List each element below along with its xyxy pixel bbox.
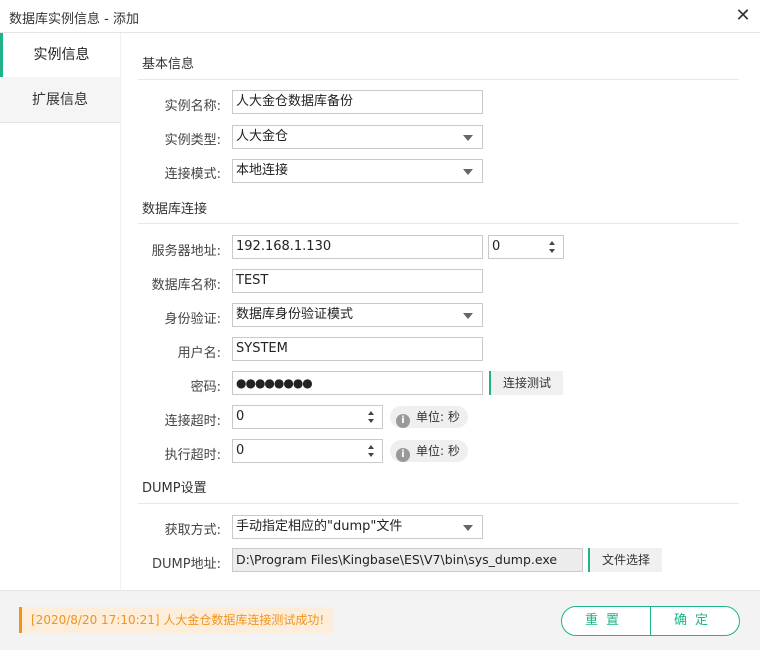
connect-mode-label: 连接模式:	[164, 167, 221, 182]
spinner-arrows-icon[interactable]	[364, 440, 382, 462]
dump-path-label: DUMP地址:	[152, 557, 221, 572]
server-address-value: 192.168.1.130	[236, 239, 332, 254]
db-name-label: 数据库名称:	[151, 278, 221, 293]
sidebar: 实例信息 扩展信息	[0, 33, 120, 590]
password-value: ●●●●●●●●	[236, 376, 313, 390]
tab-label: 扩展信息	[32, 92, 88, 108]
username-input[interactable]: SYSTEM	[232, 337, 483, 361]
dialog-title: 数据库实例信息 - 添加	[9, 12, 139, 27]
connect-timeout-label: 连接超时:	[164, 414, 221, 429]
action-button-group: 重置 确定	[561, 606, 740, 636]
auth-select[interactable]: 数据库身份验证模式	[232, 303, 483, 327]
fetch-method-value: 手动指定相应的"dump"文件	[236, 519, 403, 534]
tab-instance-info[interactable]: 实例信息	[0, 33, 120, 77]
password-label: 密码:	[190, 380, 221, 395]
dump-path-value: D:\Program Files\Kingbase\ES\V7\bin\sys_…	[236, 552, 558, 567]
instance-type-value: 人大金仓	[236, 129, 289, 144]
instance-name-label: 实例名称:	[164, 99, 221, 114]
exec-timeout-unit: i 单位: 秒	[390, 440, 468, 462]
dialog-window: 数据库实例信息 - 添加 ✕ 实例信息 扩展信息 基本信息 实例名称: 人大金仓…	[0, 0, 760, 650]
section-title-dump: DUMP设置	[142, 481, 207, 496]
section-title-basic: 基本信息	[142, 57, 195, 72]
port-stepper[interactable]: 0	[488, 235, 564, 259]
db-name-value: TEST	[236, 273, 269, 288]
info-icon: i	[396, 448, 410, 462]
instance-type-select[interactable]: 人大金仓	[232, 125, 483, 149]
exec-timeout-stepper[interactable]: 0	[232, 439, 383, 463]
chevron-down-icon	[463, 525, 473, 531]
section-divider	[138, 223, 739, 224]
exec-timeout-label: 执行超时:	[164, 448, 221, 463]
title-bar: 数据库实例信息 - 添加 ✕	[0, 0, 760, 33]
server-address-label: 服务器地址:	[151, 244, 221, 259]
port-value: 0	[492, 239, 501, 254]
spinner-arrows-icon[interactable]	[364, 406, 382, 428]
reset-button[interactable]: 重置	[562, 607, 651, 635]
exec-timeout-value: 0	[236, 443, 245, 458]
instance-name-value: 人大金仓数据库备份	[236, 94, 354, 109]
section-divider	[138, 79, 739, 80]
server-address-input[interactable]: 192.168.1.130	[232, 235, 483, 259]
footer-bar: [2020/8/20 17:10:21] 人大金仓数据库连接测试成功! 重置 确…	[0, 590, 760, 650]
unit-text: 单位: 秒	[416, 410, 460, 424]
file-select-button[interactable]: 文件选择	[588, 548, 663, 572]
info-icon: i	[396, 414, 410, 428]
dump-path-input[interactable]: D:\Program Files\Kingbase\ES\V7\bin\sys_…	[232, 548, 583, 572]
tab-label: 实例信息	[33, 47, 90, 63]
confirm-button[interactable]: 确定	[651, 607, 739, 635]
chevron-down-icon	[463, 135, 473, 141]
unit-text: 单位: 秒	[416, 444, 460, 458]
instance-type-label: 实例类型:	[164, 133, 221, 148]
form-content: 基本信息 实例名称: 人大金仓数据库备份 实例类型: 人大金仓 连接模式: 本地…	[121, 33, 760, 590]
db-name-input[interactable]: TEST	[232, 269, 483, 293]
auth-label: 身份验证:	[164, 312, 221, 327]
connect-timeout-unit: i 单位: 秒	[390, 406, 468, 428]
tab-extended-info[interactable]: 扩展信息	[0, 77, 120, 123]
username-value: SYSTEM	[236, 341, 288, 356]
fetch-method-select[interactable]: 手动指定相应的"dump"文件	[232, 515, 483, 539]
auth-value: 数据库身份验证模式	[236, 307, 354, 322]
connection-test-button[interactable]: 连接测试	[489, 371, 564, 395]
chevron-down-icon	[463, 169, 473, 175]
password-input[interactable]: ●●●●●●●●	[232, 371, 483, 395]
connect-mode-value: 本地连接	[236, 163, 289, 178]
connect-mode-select[interactable]: 本地连接	[232, 159, 483, 183]
spinner-arrows-icon[interactable]	[545, 236, 563, 258]
connect-timeout-stepper[interactable]: 0	[232, 405, 383, 429]
fetch-method-label: 获取方式:	[164, 523, 221, 538]
chevron-down-icon	[463, 313, 473, 319]
username-label: 用户名:	[177, 346, 221, 361]
instance-name-input[interactable]: 人大金仓数据库备份	[232, 90, 483, 114]
connect-timeout-value: 0	[236, 409, 245, 424]
section-divider	[138, 503, 739, 504]
status-message: [2020/8/20 17:10:21] 人大金仓数据库连接测试成功!	[19, 607, 335, 633]
section-title-connection: 数据库连接	[142, 202, 208, 217]
close-icon[interactable]: ✕	[734, 7, 752, 25]
